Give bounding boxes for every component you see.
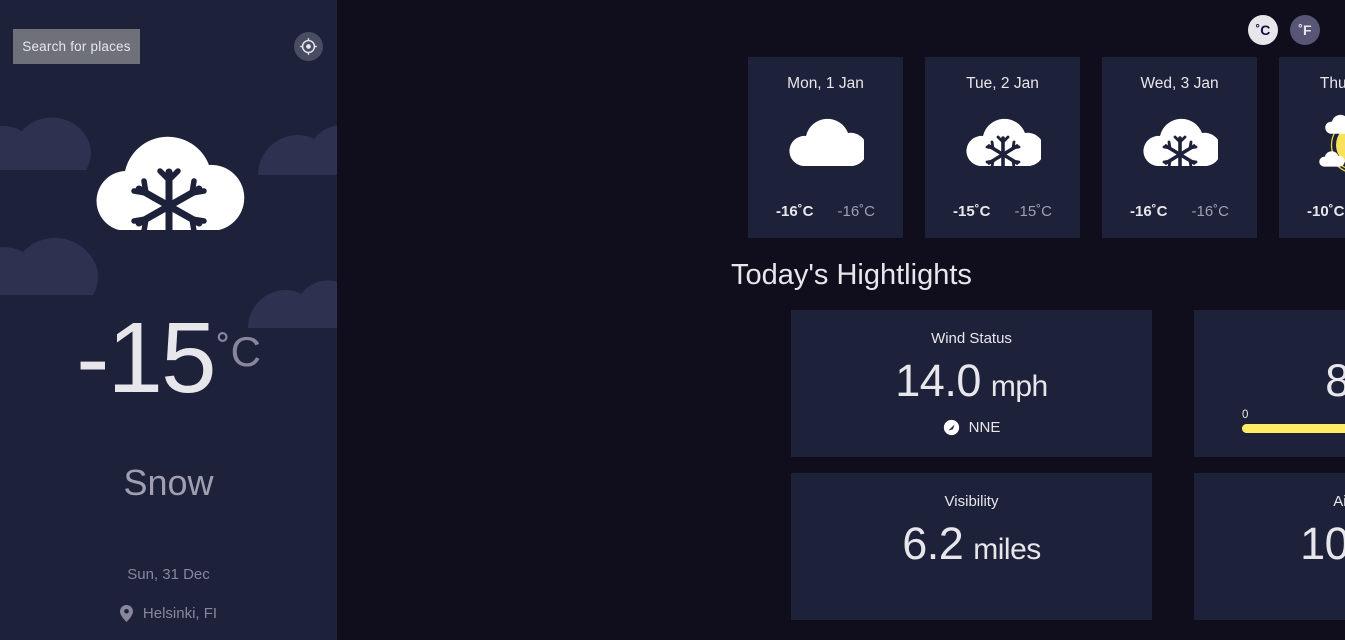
fahrenheit-toggle-button[interactable]: ˚F (1290, 15, 1320, 45)
forecast-high: -15˚C (952, 203, 991, 220)
celsius-toggle-button[interactable]: ˚C (1248, 15, 1278, 45)
humidity-meter: 0 50 100 % (1242, 409, 1345, 447)
current-weather-icon-wrap (0, 110, 337, 270)
compass-needle-icon (943, 419, 959, 436)
forecast-low: -16˚C (837, 203, 876, 220)
forecast-temps: -15˚C -15˚C (953, 203, 1052, 220)
sidebar: Search for places -15 ˚C Snow Sun, 31 De… (0, 0, 337, 640)
forecast-day: Mon, 1 Jan (787, 75, 864, 92)
cloud-icon (788, 118, 864, 166)
current-location: Helsinki, FI (0, 605, 337, 622)
forecast-high: -10˚C (1306, 203, 1345, 220)
forecast-temps: -16˚C -16˚C (776, 203, 875, 220)
wind-direction-label: NNE (968, 419, 1001, 436)
forecast-day: Wed, 3 Jan (1140, 75, 1219, 92)
search-places-button[interactable]: Search for places (13, 29, 140, 64)
air-pressure-card: Air Pressure 1015mb (1194, 473, 1345, 620)
cloud-snow-icon (96, 136, 244, 230)
visibility-card: Visibility 6.2 miles (791, 473, 1152, 620)
humidity-progress-track (1242, 424, 1345, 433)
humidity-card: Humidity 88% 0 50 100 % (1194, 310, 1345, 457)
visibility-value: 6.2 miles (902, 518, 1041, 569)
humidity-ticks: 0 50 100 (1242, 409, 1345, 421)
map-pin-icon (119, 605, 133, 622)
forecast-icon-wrap (965, 107, 1041, 183)
forecast-day: Tue, 2 Jan (966, 75, 1039, 92)
visibility-label: Visibility (944, 493, 999, 510)
main-panel: ˚C ˚F Mon, 1 Jan -16˚C -16˚C Tue, 2 Jan (337, 0, 1345, 640)
cloud-snow-icon (965, 118, 1041, 166)
forecast-low: -16˚C (1191, 203, 1230, 220)
wind-direction: NNE (943, 419, 1001, 436)
forecast-icon-wrap (1318, 107, 1345, 183)
unit-toggle-group: ˚C ˚F (1248, 15, 1320, 45)
current-temp-unit: ˚C (216, 328, 261, 375)
humidity-tick-min: 0 (1242, 409, 1249, 421)
sun-clouds-icon (1318, 114, 1345, 172)
current-condition: Snow (123, 462, 214, 503)
location-name: Helsinki, FI (142, 605, 218, 622)
humidity-value: 88% (1325, 355, 1345, 406)
forecast-card[interactable]: Thu, 4 Jan (1279, 57, 1345, 238)
air-pressure-value: 1015mb (1300, 518, 1345, 569)
humidity-axis-unit: % (1242, 435, 1345, 447)
current-temp-value: -15 (76, 302, 217, 414)
air-pressure-label: Air Pressure (1333, 493, 1345, 510)
forecast-low: -15˚C (1014, 203, 1053, 220)
forecast-card[interactable]: Tue, 2 Jan -15˚C -15˚C (925, 57, 1080, 238)
wind-status-label: Wind Status (931, 330, 1012, 347)
forecast-high: -16˚C (775, 203, 814, 220)
weather-app: Search for places -15 ˚C Snow Sun, 31 De… (0, 0, 1345, 640)
current-date: Sun, 31 Dec (127, 566, 210, 583)
highlights-grid: Wind Status 14.0mph NNE Humidity 88% (791, 310, 1345, 620)
locate-me-button[interactable] (294, 32, 323, 61)
page-title: Today's Hightlights (731, 259, 972, 291)
current-temperature: -15 ˚C (0, 302, 337, 414)
wind-status-card: Wind Status 14.0 mph NNE (791, 310, 1152, 457)
forecast-temps: -16˚C -16˚C (1130, 203, 1229, 220)
wind-status-value: 14.0 mph (895, 355, 1048, 406)
forecast-icon-wrap (1142, 107, 1218, 183)
forecast-strip: Mon, 1 Jan -16˚C -16˚C Tue, 2 Jan -15˚C … (748, 57, 1345, 238)
humidity-progress-fill (1242, 424, 1345, 433)
forecast-icon-wrap (788, 107, 864, 183)
cloud-snow-icon (1142, 118, 1218, 166)
forecast-card[interactable]: Wed, 3 Jan -16˚C -16˚C (1102, 57, 1257, 238)
current-weather-hero: -15 ˚C Snow Sun, 31 Dec Helsinki, FI (0, 110, 337, 622)
forecast-temps: -10˚C -10˚C (1307, 203, 1345, 220)
forecast-day: Thu, 4 Jan (1319, 75, 1345, 92)
forecast-card[interactable]: Mon, 1 Jan -16˚C -16˚C (748, 57, 903, 238)
sidebar-toolbar: Search for places (0, 0, 337, 92)
crosshair-locate-icon (300, 38, 317, 55)
forecast-high: -16˚C (1129, 203, 1168, 220)
